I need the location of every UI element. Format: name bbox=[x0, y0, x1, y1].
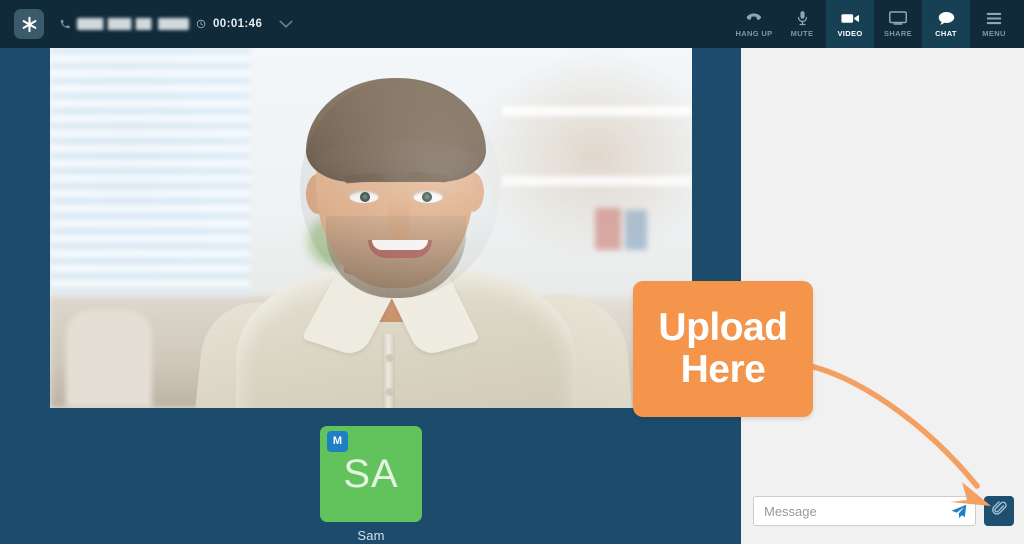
remote-participant-person bbox=[50, 48, 692, 408]
hamburger-menu-icon bbox=[986, 11, 1002, 26]
paperclip-icon bbox=[991, 501, 1007, 521]
chat-label: CHAT bbox=[935, 28, 957, 38]
call-number-masked bbox=[77, 18, 189, 30]
chat-composer bbox=[741, 488, 1024, 544]
hangup-icon bbox=[746, 11, 762, 26]
menu-label: MENU bbox=[982, 28, 1006, 38]
participant-name: Sam bbox=[357, 528, 385, 543]
chat-button[interactable]: CHAT bbox=[922, 0, 970, 48]
pupil-right bbox=[422, 192, 432, 202]
avatar-initials: SA bbox=[343, 452, 399, 496]
call-timer: 00:01:46 bbox=[213, 18, 263, 30]
teeth bbox=[372, 240, 428, 250]
avatar[interactable]: M SA bbox=[320, 426, 422, 522]
callout-line-2: Here bbox=[680, 348, 766, 391]
mute-button[interactable]: MUTE bbox=[778, 0, 826, 48]
video-label: VIDEO bbox=[837, 28, 863, 38]
nose bbox=[388, 198, 410, 240]
video-button[interactable]: VIDEO bbox=[826, 0, 874, 48]
video-stage: M SA Sam bbox=[0, 48, 738, 544]
chat-message-list[interactable] bbox=[741, 48, 1024, 488]
pupil-left bbox=[360, 192, 370, 202]
chat-bubble-icon bbox=[938, 11, 955, 26]
share-label: SHARE bbox=[883, 28, 912, 38]
shirt-button bbox=[386, 388, 393, 395]
call-toolbar: HANG UP MUTE VIDEO SHARE CHAT MENU bbox=[730, 0, 1024, 48]
phone-icon bbox=[60, 19, 70, 29]
send-paper-plane-icon[interactable] bbox=[944, 503, 967, 520]
clock-icon bbox=[196, 19, 206, 29]
menu-button[interactable]: MENU bbox=[970, 0, 1018, 48]
shirt-placket bbox=[382, 334, 395, 408]
mute-label: MUTE bbox=[790, 28, 814, 38]
share-button[interactable]: SHARE bbox=[874, 0, 922, 48]
top-bar: 00:01:46 HANG UP MUTE VIDEO SHARE CHAT M… bbox=[0, 0, 1024, 48]
remote-video-feed[interactable] bbox=[50, 48, 692, 408]
shirt-button bbox=[386, 354, 393, 361]
attach-file-button[interactable] bbox=[984, 496, 1014, 526]
asterisk-logo-icon[interactable] bbox=[14, 9, 44, 39]
moderator-badge: M bbox=[327, 431, 348, 452]
message-input-wrapper[interactable] bbox=[753, 496, 976, 526]
mouth bbox=[368, 240, 432, 258]
message-input[interactable] bbox=[764, 503, 944, 519]
hang-up-button[interactable]: HANG UP bbox=[730, 0, 778, 48]
hair-fade bbox=[314, 140, 478, 184]
hang-up-label: HANG UP bbox=[735, 28, 773, 38]
callout-line-1: Upload bbox=[658, 305, 788, 349]
video-camera-icon bbox=[840, 11, 860, 26]
video-call-app: 00:01:46 HANG UP MUTE VIDEO SHARE CHAT M… bbox=[0, 0, 1024, 544]
microphone-icon bbox=[797, 11, 808, 26]
participant-tile[interactable]: M SA Sam bbox=[320, 426, 422, 543]
call-info: 00:01:46 bbox=[60, 0, 293, 48]
chevron-down-icon[interactable] bbox=[279, 20, 293, 29]
monitor-share-icon bbox=[889, 11, 907, 26]
upload-here-callout: Upload Here bbox=[633, 281, 813, 417]
